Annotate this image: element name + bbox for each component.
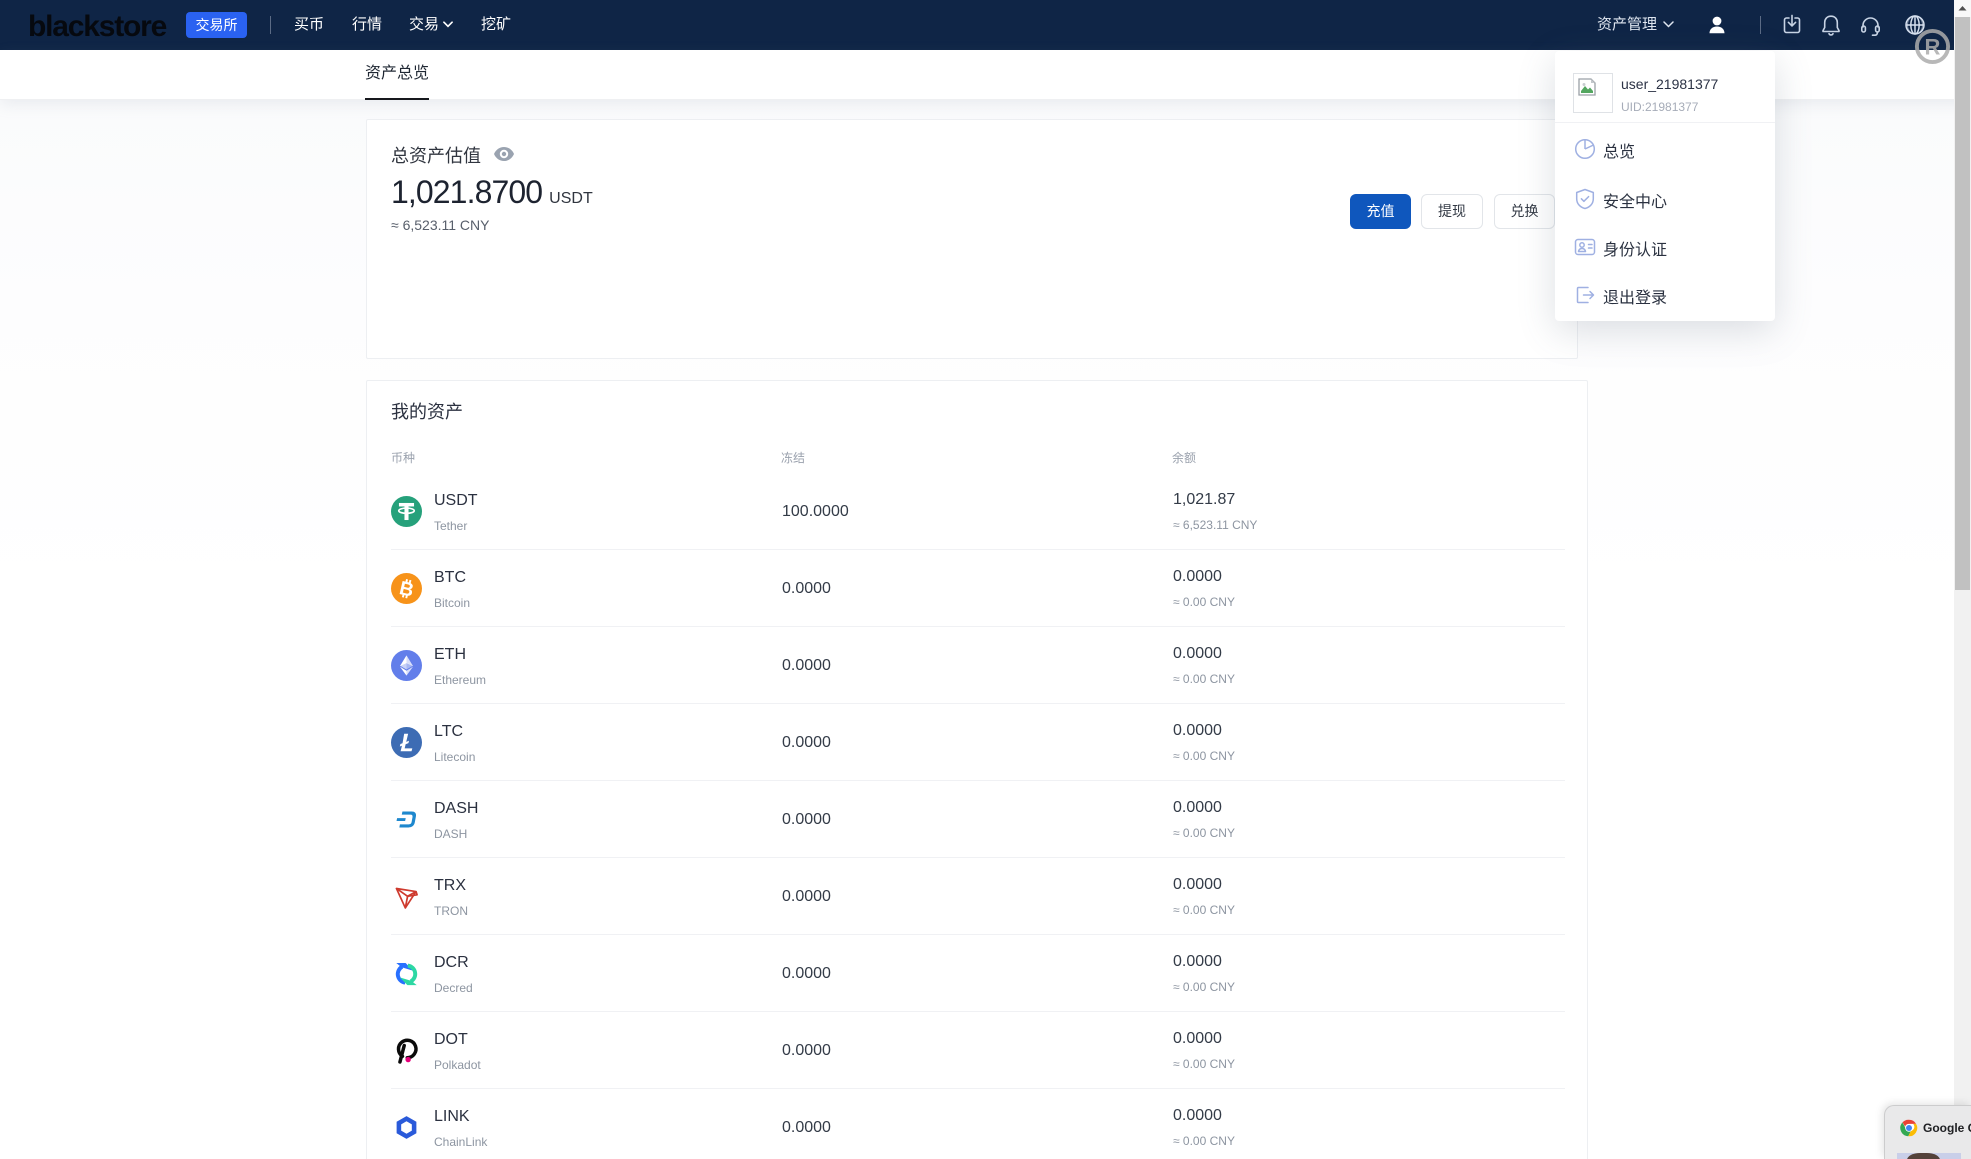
svg-text:R: R: [1925, 35, 1941, 60]
